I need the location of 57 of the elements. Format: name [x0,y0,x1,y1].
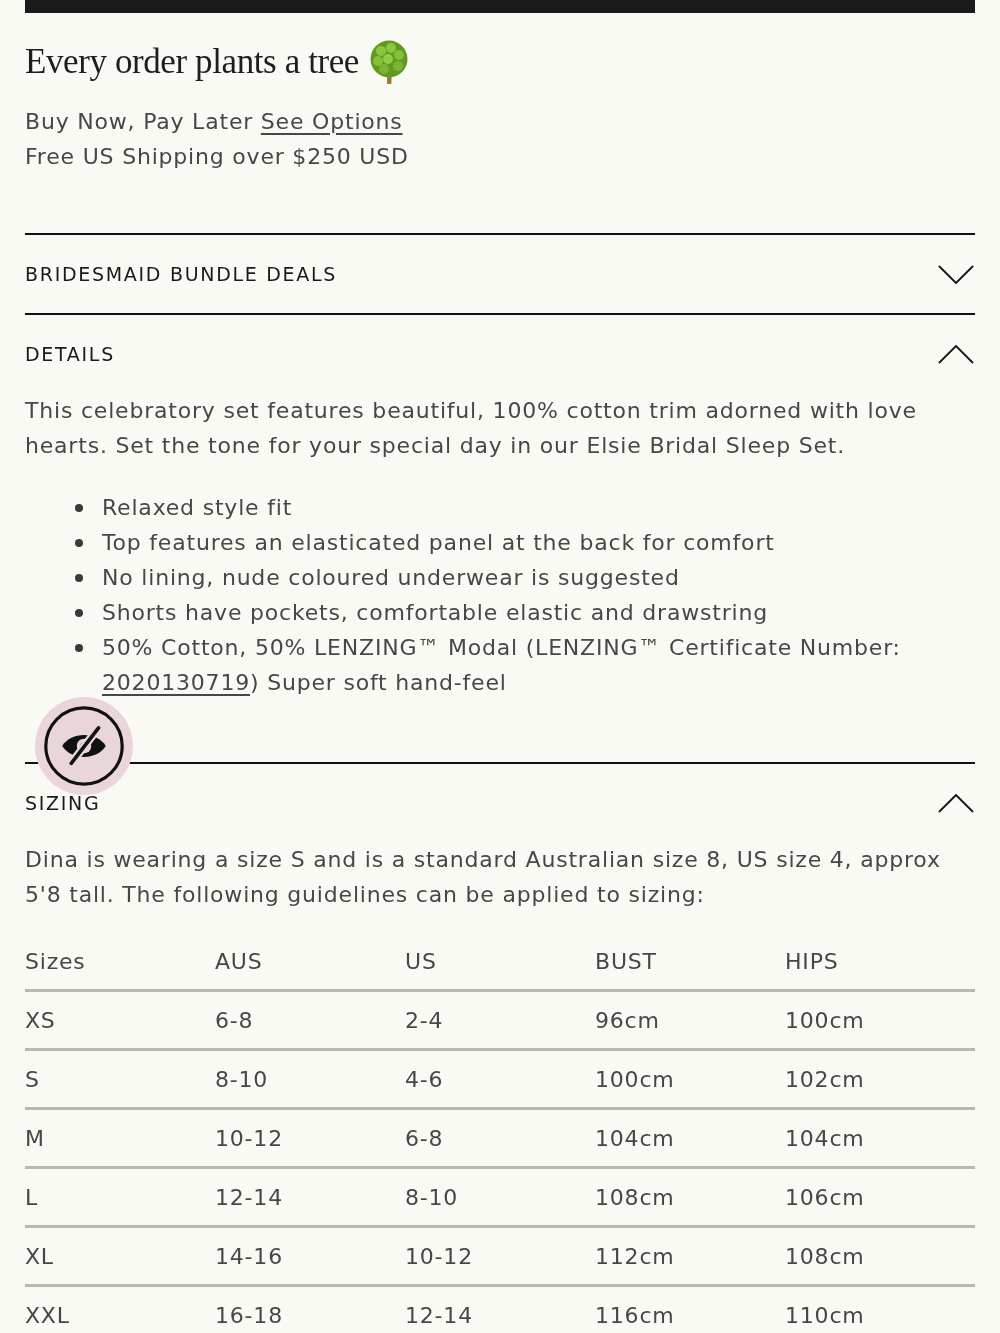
bullet-text: 50% Cotton, 50% LENZING™ Modal (LENZING™ Certificate Number: 2020130719) Super soft hand-feel [102,634,902,697]
table-cell: XXL [25,1302,70,1328]
table-cell: XL [25,1243,54,1269]
table-cell: 8-10 [215,1066,269,1092]
table-header-cell: US [405,949,437,974]
table-cell: 16-18 [215,1302,283,1328]
bullet-text: Relaxed style fit [102,494,294,522]
details-paragraph: This celebratory set features beautiful, 100% cotton trim adorned with love hearts. Set the tone for your special day in our Elsie Bridal Sleep Set. [25,397,918,460]
table-cell: M [25,1125,45,1151]
bullet-icon [75,504,83,512]
table-header-cell: BUST [595,949,657,974]
table-cell: 14-16 [215,1243,283,1269]
table-cell: 12-14 [215,1184,283,1210]
table-cell: 116cm [595,1302,675,1328]
accordion-header[interactable]: DETAILS [25,315,975,393]
table-header-cell: Sizes [25,949,86,974]
bullet-text: Top features an elasticated panel at the back for comfort [102,529,776,557]
table-header-cell: HIPS [785,949,839,974]
table-cell: 100cm [595,1066,675,1092]
table-cell: 2-4 [405,1007,444,1033]
table-cell: 6-8 [215,1007,254,1033]
table-cell: 108cm [785,1243,865,1269]
shipping-text: Free US Shipping over $250 USD [25,143,410,171]
table-cell: 8-10 [405,1184,459,1210]
bullet-icon [75,539,83,547]
table-cell: 10-12 [215,1125,283,1151]
table-cell: 102cm [785,1066,865,1092]
table-cell: 104cm [785,1125,865,1151]
table-cell: 100cm [785,1007,865,1033]
table-cell: 10-12 [405,1243,473,1269]
table-cell: 112cm [595,1243,675,1269]
table-cell: XS [25,1007,56,1033]
eye-slash-icon [44,706,124,786]
promo-heading: Every order plants a tree [25,41,359,83]
payment-text: Buy Now, Pay Later See Options [25,108,404,136]
sizing-paragraph: Dina is wearing a size S and is a standard Australian size 8, US size 4, approx 5'8 tall. The following guidelines can be applied to sizing: [25,846,942,909]
table-cell: 104cm [595,1125,675,1151]
table-cell: 96cm [595,1007,660,1033]
tree-icon [369,40,409,84]
certificate-link[interactable]: 2020130719 [102,670,250,695]
table-cell: 106cm [785,1184,865,1210]
bullet-icon [75,609,83,617]
options-link[interactable]: See Options [260,109,403,134]
accordion-header[interactable]: BRIDESMAID BUNDLE DEALS [25,235,975,313]
table-cell: 4-6 [405,1066,444,1092]
table-cell: 12-14 [405,1302,473,1328]
table-cell: 108cm [595,1184,675,1210]
table-cell: S [25,1066,40,1092]
table-cell: L [25,1184,39,1210]
accordion-header[interactable]: SIZING [25,764,975,842]
bullet-text: Shorts have pockets, comfortable elastic and drawstring [102,599,769,627]
bullet-text: No lining, nude coloured underwear is suggested [102,564,681,592]
table-header-cell: AUS [215,949,263,974]
bullet-icon [75,644,83,652]
bullet-icon [75,574,83,582]
table-cell: 6-8 [405,1125,444,1151]
table-cell: 110cm [785,1302,865,1328]
